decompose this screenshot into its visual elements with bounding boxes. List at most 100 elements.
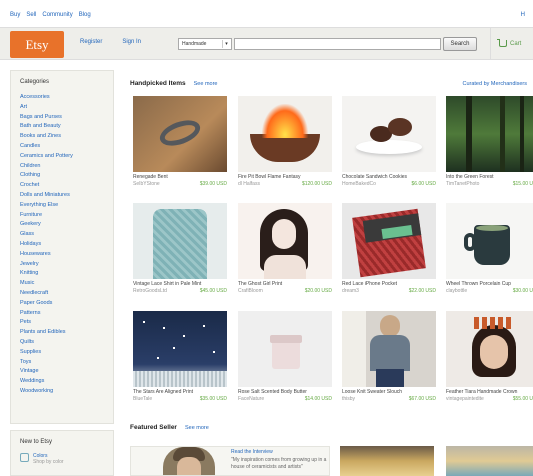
sidebar-category-link[interactable]: Plants and Edibles	[20, 328, 104, 338]
product-image[interactable]	[446, 96, 533, 172]
sidebar-category-link[interactable]: Holidays	[20, 240, 104, 250]
product-image[interactable]	[133, 311, 227, 387]
sidebar-category-link[interactable]: Crochet	[20, 181, 104, 191]
sidebar-category-link[interactable]: Candles	[20, 142, 104, 152]
product-title[interactable]: Renegade Bent	[133, 174, 227, 180]
product-card[interactable]: Red Lace iPhone Pocket dream3 $22.00 USD	[342, 203, 436, 294]
sidebar-category-link[interactable]: Supplies	[20, 348, 104, 358]
sign-in-link[interactable]: Sign In	[122, 39, 141, 45]
featured-item-1[interactable]	[340, 446, 434, 476]
product-card[interactable]: Fire Pit Bowl Flame Fantasy dl Halfass $12…	[238, 96, 332, 187]
product-card[interactable]: Rose Salt Scented Body Butter FaceNature $…	[238, 311, 332, 402]
product-image[interactable]	[342, 96, 436, 172]
product-title[interactable]: The Ghost Girl Print	[238, 281, 332, 287]
sidebar-category-link[interactable]: Quilts	[20, 338, 104, 348]
nav-link-sell[interactable]: Sell	[26, 12, 36, 18]
product-title[interactable]: Vintage Lace Shirt in Pale Mint	[133, 281, 227, 287]
product-card[interactable]: Chocolate Sandwich Cookies HomeBakedCo $6.…	[342, 96, 436, 187]
etsy-logo[interactable]: Etsy	[10, 31, 64, 58]
product-shop[interactable]: FaceNature	[238, 396, 264, 402]
sidebar-category-link[interactable]: Bath and Beauty	[20, 122, 104, 132]
product-card[interactable]: Wheel Thrown Porcelain Cup claybottle $30.…	[446, 203, 533, 294]
sidebar-category-link[interactable]: Ceramics and Pottery	[20, 152, 104, 162]
product-title[interactable]: Feather Tiara Handmade Crown	[446, 389, 533, 395]
sidebar-category-link[interactable]: Furniture	[20, 211, 104, 221]
sidebar-category-link[interactable]: Dolls and Miniatures	[20, 191, 104, 201]
product-shop[interactable]: BlueTale	[133, 396, 152, 402]
colors-row[interactable]: Colors Shop by color	[20, 453, 104, 465]
sidebar-category-link[interactable]: Weddings	[20, 377, 104, 387]
product-shop[interactable]: RetroGoodsLtd	[133, 288, 167, 294]
sidebar-category-link[interactable]: Toys	[20, 358, 104, 368]
sidebar-category-link[interactable]: Glass	[20, 230, 104, 240]
sidebar-category-link[interactable]: Children	[20, 162, 104, 172]
sidebar-category-link[interactable]: Clothing	[20, 171, 104, 181]
product-image[interactable]	[238, 96, 332, 172]
product-price: $39.00 USD	[199, 181, 227, 187]
product-card[interactable]: The Ghost Girl Print CrafiBloom $20.00 USD	[238, 203, 332, 294]
sidebar-category-link[interactable]: Paper Goods	[20, 299, 104, 309]
sidebar-category-link[interactable]: Vintage	[20, 367, 104, 377]
search-input[interactable]	[234, 38, 441, 50]
product-image[interactable]	[133, 96, 227, 172]
product-title[interactable]: Wheel Thrown Porcelain Cup	[446, 281, 533, 287]
product-shop[interactable]: SeIbYStone	[133, 181, 160, 187]
product-image[interactable]	[342, 311, 436, 387]
product-title[interactable]: Fire Pit Bowl Flame Fantasy	[238, 174, 332, 180]
nav-link-blog[interactable]: Blog	[79, 12, 91, 18]
product-shop[interactable]: dl Halfass	[238, 181, 260, 187]
featured-item-2[interactable]	[446, 446, 533, 476]
search-category-select[interactable]: Handmade ▾	[178, 38, 232, 50]
nav-link-buy[interactable]: Buy	[10, 12, 20, 18]
sidebar-category-link[interactable]: Woodworking	[20, 387, 104, 397]
product-card[interactable]: Renegade Bent SeIbYStone $39.00 USD	[133, 96, 227, 187]
sidebar-category-link[interactable]: Knitting	[20, 269, 104, 279]
product-shop[interactable]: HomeBakedCo	[342, 181, 376, 187]
product-shop[interactable]: TimTanetPhoto	[446, 181, 479, 187]
product-shop[interactable]: CrafiBloom	[238, 288, 263, 294]
top-nav-right-link[interactable]: H	[521, 12, 525, 18]
product-image[interactable]	[446, 203, 533, 279]
product-shop[interactable]: vintagepaintedite	[446, 396, 484, 402]
product-image[interactable]	[133, 203, 227, 279]
product-card[interactable]: The Stars Are Aligned Print BlueTale $35.0…	[133, 311, 227, 402]
featured-seller-card[interactable]: Read the Interview "My inspiration comes…	[130, 446, 330, 476]
sidebar-category-link[interactable]: Geekery	[20, 220, 104, 230]
product-title[interactable]: Red Lace iPhone Pocket	[342, 281, 436, 287]
handpicked-see-more[interactable]: See more	[194, 81, 218, 87]
sidebar-category-link[interactable]: Art	[20, 103, 104, 113]
product-image[interactable]	[238, 203, 332, 279]
sidebar-category-link[interactable]: Jewelry	[20, 260, 104, 270]
product-card[interactable]: Feather Tiara Handmade Crown vintagepaint…	[446, 311, 533, 402]
product-card[interactable]: Into the Green Forest TimTanetPhoto $15.00…	[446, 96, 533, 187]
curated-by-link[interactable]: Curated by Merchandisers	[462, 81, 527, 87]
nav-link-community[interactable]: Community	[42, 12, 72, 18]
read-interview-link[interactable]: Read the Interview	[231, 449, 327, 455]
product-shop[interactable]: dream3	[342, 288, 359, 294]
product-image[interactable]	[446, 311, 533, 387]
product-card[interactable]: Loose Knit Sweater Slouch thisby $67.00 US…	[342, 311, 436, 402]
product-title[interactable]: Loose Knit Sweater Slouch	[342, 389, 436, 395]
product-image[interactable]	[238, 311, 332, 387]
sidebar-category-link[interactable]: Everything Else	[20, 201, 104, 211]
sidebar-category-link[interactable]: Needlecraft	[20, 289, 104, 299]
product-shop[interactable]: thisby	[342, 396, 355, 402]
product-card[interactable]: Vintage Lace Shirt in Pale Mint RetroGood…	[133, 203, 227, 294]
sidebar-category-link[interactable]: Accessories	[20, 93, 104, 103]
sidebar-category-link[interactable]: Bags and Purses	[20, 113, 104, 123]
featured-see-more[interactable]: See more	[185, 425, 209, 431]
cart-link[interactable]: Cart	[490, 28, 533, 59]
sidebar-category-link[interactable]: Books and Zines	[20, 132, 104, 142]
product-image[interactable]	[342, 203, 436, 279]
sidebar-category-link[interactable]: Pets	[20, 318, 104, 328]
sidebar-category-link[interactable]: Housewares	[20, 250, 104, 260]
sidebar-category-link[interactable]: Patterns	[20, 309, 104, 319]
product-title[interactable]: Into the Green Forest	[446, 174, 533, 180]
product-shop[interactable]: claybottle	[446, 288, 467, 294]
product-title[interactable]: Chocolate Sandwich Cookies	[342, 174, 436, 180]
product-title[interactable]: Rose Salt Scented Body Butter	[238, 389, 332, 395]
sidebar-category-link[interactable]: Music	[20, 279, 104, 289]
search-button[interactable]: Search	[443, 37, 477, 51]
product-title[interactable]: The Stars Are Aligned Print	[133, 389, 227, 395]
register-link[interactable]: Register	[80, 39, 102, 45]
